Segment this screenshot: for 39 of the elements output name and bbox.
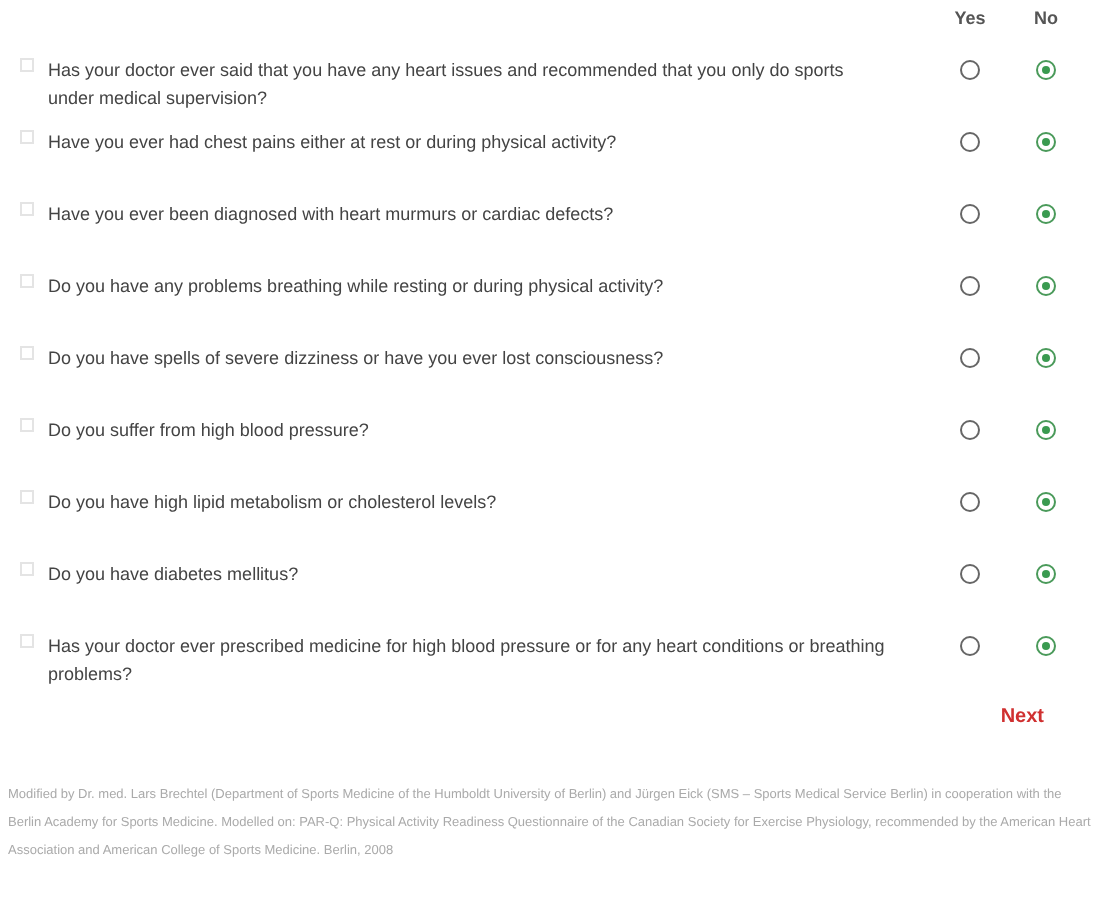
question-text: Do you have diabetes mellitus? xyxy=(48,562,301,588)
yes-radio-button[interactable] xyxy=(960,204,980,224)
bullet-icon xyxy=(20,202,34,216)
no-radio-button[interactable] xyxy=(1036,276,1056,296)
bullet-icon xyxy=(20,346,34,360)
question-text: Have you ever been diagnosed with heart murmurs or cardiac defects? xyxy=(48,202,616,228)
yes-radio-button[interactable] xyxy=(960,348,980,368)
no-radio-button[interactable] xyxy=(1036,636,1056,656)
question-text: Have you ever had chest pains either at rest or during physical activity? xyxy=(48,130,619,156)
yes-radio-button[interactable] xyxy=(960,492,980,512)
question-text: Do you have any problems breathing while resting or during physical activity? xyxy=(48,274,666,300)
bullet-icon xyxy=(20,58,34,72)
no-radio-button[interactable] xyxy=(1036,564,1056,584)
question-text: Do you suffer from high blood pressure? xyxy=(48,418,371,444)
column-header: No xyxy=(1032,8,1060,32)
column-header: Yes xyxy=(952,8,988,32)
bullet-icon xyxy=(20,274,34,288)
no-radio-button[interactable] xyxy=(1036,204,1056,224)
bullet-icon xyxy=(20,562,34,576)
question-text: Do you have high lipid metabolism or cholesterol levels? xyxy=(48,490,499,516)
bullet-icon xyxy=(20,130,34,144)
no-radio-button[interactable] xyxy=(1036,60,1056,80)
no-radio-button[interactable] xyxy=(1036,348,1056,368)
next-button[interactable]: Next xyxy=(1000,702,1044,730)
yes-radio-button[interactable] xyxy=(960,276,980,296)
no-radio-button[interactable] xyxy=(1036,420,1056,440)
question-text: Has your doctor ever prescribed medicine for high blood pressure or for any heart conditions or breathing problems? xyxy=(48,634,887,688)
yes-radio-button[interactable] xyxy=(960,564,980,584)
yes-radio-button[interactable] xyxy=(960,420,980,440)
question-text: Do you have spells of severe dizziness or have you ever lost consciousness? xyxy=(48,346,666,372)
yes-radio-button[interactable] xyxy=(960,60,980,80)
question-text: Has your doctor ever said that you have any heart issues and recommended that you only do sports under medical supervision? xyxy=(48,58,846,112)
bullet-icon xyxy=(20,490,34,504)
yes-radio-button[interactable] xyxy=(960,132,980,152)
no-radio-button[interactable] xyxy=(1036,492,1056,512)
yes-radio-button[interactable] xyxy=(960,636,980,656)
bullet-icon xyxy=(20,634,34,648)
bullet-icon xyxy=(20,418,34,432)
no-radio-button[interactable] xyxy=(1036,132,1056,152)
